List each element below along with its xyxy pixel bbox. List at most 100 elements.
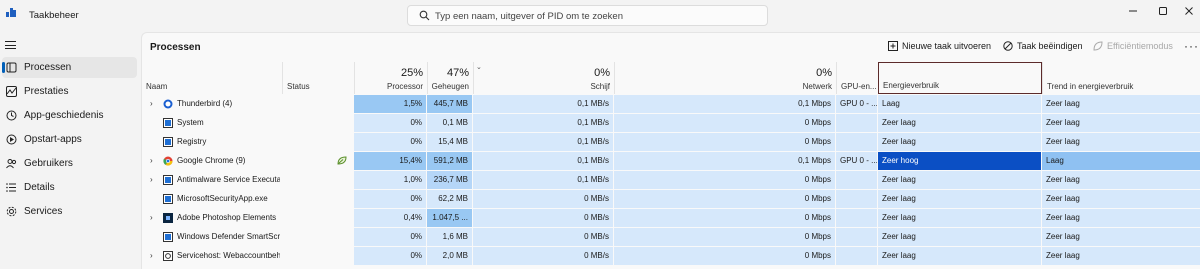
network-cell: 0,1 Mbps — [614, 95, 835, 113]
leaf-icon — [1093, 41, 1103, 51]
process-name-cell: › Adobe Photoshop Elements — [142, 209, 282, 227]
title-bar: Taakbeheer Typ een naam, uitgever of PID… — [0, 0, 1200, 32]
cpu-cell: 1,5% — [354, 95, 426, 113]
memory-cell: 62,2 MB — [427, 190, 472, 208]
cpu-cell: 0,4% — [354, 209, 426, 227]
defender-icon — [163, 232, 173, 242]
process-name-cell: › Google Chrome (9) — [142, 152, 282, 170]
servicehost-icon — [163, 251, 173, 261]
antimalware-icon — [163, 175, 173, 185]
table-row[interactable]: Registry 0% 15,4 MB 0,1 MB/s 0 Mbps Zeer laag… — [142, 133, 1200, 152]
maximize-button[interactable] — [1155, 4, 1171, 18]
hamburger-menu-icon[interactable] — [5, 41, 16, 49]
memory-cell: 445,7 MB — [427, 95, 472, 113]
network-cell: 0,1 Mbps — [614, 152, 835, 170]
new-task-button[interactable]: Nieuwe taak uitvoeren — [888, 41, 991, 51]
gpu-engine-cell — [836, 228, 877, 246]
column-header-power[interactable]: Energieverbruik — [878, 62, 1042, 94]
process-name: Adobe Photoshop Elements — [177, 213, 277, 222]
sidebar-item-opstart-apps[interactable]: Opstart-apps — [2, 129, 137, 150]
column-header-power-trend[interactable]: Trend in energieverbruik — [1042, 62, 1200, 94]
system-icon — [163, 118, 173, 128]
disk-cell: 0,1 MB/s — [473, 114, 613, 132]
sidebar-item-label: Gebruikers — [24, 158, 73, 169]
sidebar-item-processen[interactable]: Processen — [2, 57, 137, 78]
gpu-engine-cell — [836, 247, 877, 265]
expand-chevron-icon[interactable]: › — [150, 95, 153, 113]
network-cell: 0 Mbps — [614, 209, 835, 227]
processes-icon — [6, 62, 17, 73]
cpu-cell: 0% — [354, 114, 426, 132]
users-icon — [6, 159, 17, 169]
search-icon — [419, 10, 430, 21]
sidebar-item-prestaties[interactable]: Prestaties — [2, 81, 137, 102]
startup-icon — [6, 134, 17, 145]
close-icon — [1185, 7, 1193, 15]
sidebar-item-label: Processen — [24, 62, 72, 73]
power-trend-cell: Laag — [1042, 152, 1200, 170]
chrome-icon — [163, 156, 173, 166]
column-header-memory[interactable]: 47% Geheugen — [427, 62, 473, 94]
column-header-cpu[interactable]: 25% Processor — [354, 62, 427, 94]
maximize-icon — [1159, 7, 1167, 15]
table-row[interactable]: › Google Chrome (9) 15,4% 591,2 MB 0,1 MB/s 0… — [142, 152, 1200, 171]
gpu-engine-cell: GPU 0 - ... — [836, 95, 877, 113]
end-task-icon — [1003, 41, 1013, 51]
memory-cell: 591,2 MB — [427, 152, 472, 170]
power-trend-cell: Zeer laag — [1042, 190, 1200, 208]
table-row[interactable]: › Thunderbird (4) 1,5% 445,7 MB 0,1 MB/s 0,1 … — [142, 95, 1200, 114]
performance-icon — [6, 86, 17, 97]
table-row[interactable]: Windows Defender SmartScreen 0%1,6 MB0 MB… — [142, 228, 1200, 247]
power-cell: Laag — [878, 95, 1041, 113]
expand-chevron-icon[interactable]: › — [150, 152, 153, 170]
end-task-button[interactable]: Taak beëindigen — [1003, 41, 1083, 51]
photoshop-icon — [163, 213, 173, 223]
security-app-icon — [163, 194, 173, 204]
expand-chevron-icon[interactable]: › — [150, 171, 153, 189]
process-name-cell: › Servicehost: Webaccountbeheer — [142, 247, 282, 265]
column-header-name[interactable]: Naam — [142, 62, 282, 94]
table-row[interactable]: › Antimalware Service Executable 1,0%236,7… — [142, 171, 1200, 190]
new-task-label: Nieuwe taak uitvoeren — [902, 41, 992, 51]
efficiency-mode-button[interactable]: Efficiëntiemodus — [1093, 41, 1173, 51]
expand-chevron-icon[interactable]: › — [150, 247, 153, 265]
thunderbird-icon — [163, 99, 173, 109]
process-name: MicrosoftSecurityApp.exe — [177, 194, 268, 203]
more-options-icon[interactable]: ··· — [1184, 39, 1199, 53]
history-icon — [6, 110, 17, 121]
column-header-disk[interactable]: 0% Schijf — [473, 62, 614, 94]
process-name-cell: › Thunderbird (4) — [142, 95, 282, 113]
new-task-icon — [888, 41, 898, 51]
table-row[interactable]: ›Servicehost: Webaccountbeheer0%2,0 MB0 … — [142, 247, 1200, 266]
sidebar-item-label: App-geschiedenis — [24, 110, 104, 121]
sidebar-item-app-geschiedenis[interactable]: App-geschiedenis — [2, 105, 137, 126]
column-header-status[interactable]: Status — [282, 62, 354, 94]
table-row[interactable]: › Adobe Photoshop Elements 0,4% 1.047,5 ...… — [142, 209, 1200, 228]
table-row[interactable]: MicrosoftSecurityApp.exe 0% 62,2 MB 0 MB/s 0… — [142, 190, 1200, 209]
close-button[interactable] — [1181, 4, 1197, 18]
sidebar-item-services[interactable]: Services — [2, 201, 137, 222]
power-trend-cell: Zeer laag — [1042, 114, 1200, 132]
app-title: Taakbeheer — [29, 10, 79, 21]
power-cell: Zeer hoog — [878, 152, 1041, 170]
sidebar-item-label: Prestaties — [24, 86, 69, 97]
disk-cell: 0,1 MB/s — [473, 95, 613, 113]
table-row[interactable]: System 0% 0,1 MB 0,1 MB/s 0 Mbps Zeer laag Zee… — [142, 114, 1200, 133]
power-cell: Zeer laag — [878, 171, 1041, 189]
search-placeholder: Typ een naam, uitgever of PID om te zoek… — [435, 11, 623, 22]
sidebar-item-gebruikers[interactable]: Gebruikers — [2, 153, 137, 174]
process-name: Servicehost: Webaccountbeheer — [177, 251, 280, 260]
minimize-button[interactable] — [1125, 4, 1141, 18]
sidebar-item-details[interactable]: Details — [2, 177, 137, 198]
network-cell: 0 Mbps — [614, 114, 835, 132]
column-header-network[interactable]: 0% Netwerk — [614, 62, 836, 94]
gpu-engine-cell — [836, 190, 877, 208]
process-name-cell: Registry — [142, 133, 282, 151]
memory-cell: 2,0 MB — [427, 247, 472, 265]
column-header-gpu-engine[interactable]: GPU-en... — [836, 62, 878, 94]
search-box[interactable]: Typ een naam, uitgever of PID om te zoek… — [407, 5, 768, 26]
process-name-cell: Windows Defender SmartScreen — [142, 228, 282, 246]
power-trend-cell: Zeer laag — [1042, 95, 1200, 113]
memory-cell: 1,6 MB — [427, 228, 472, 246]
expand-chevron-icon[interactable]: › — [150, 209, 153, 227]
